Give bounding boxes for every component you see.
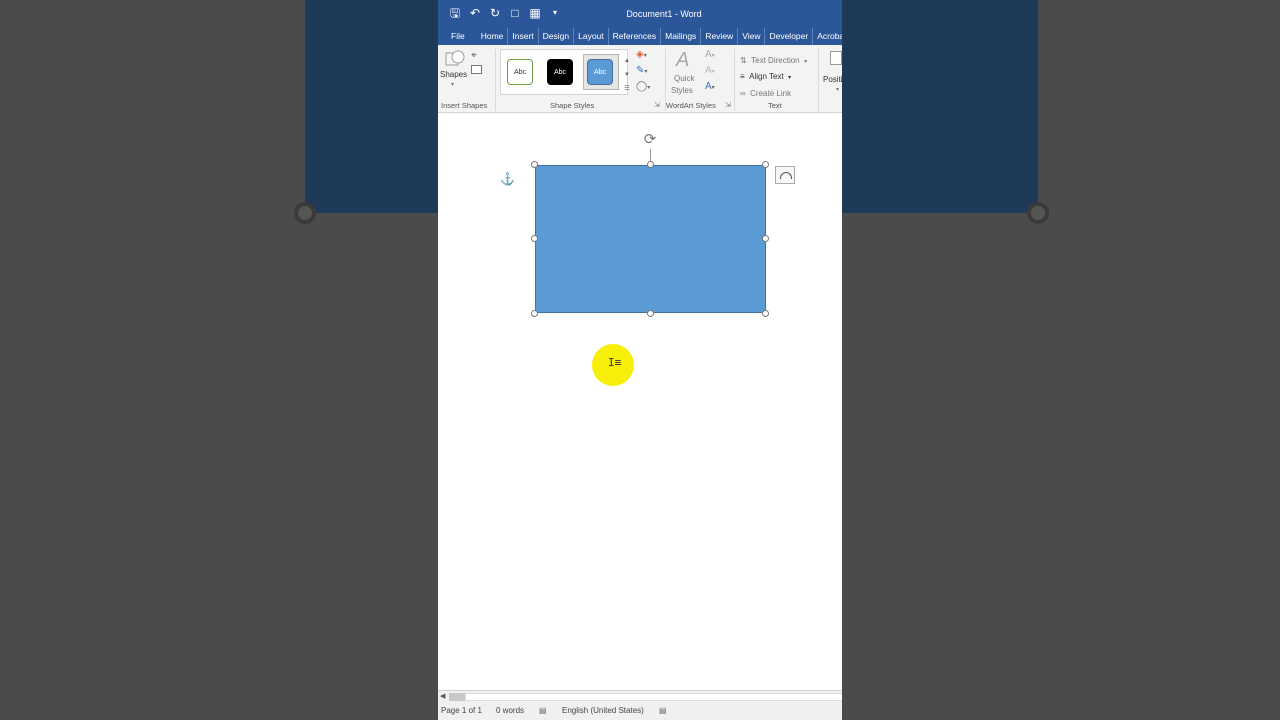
quick-styles-label-1: Quick — [674, 74, 695, 83]
language-status[interactable]: English (United States) — [562, 706, 644, 715]
shape-styles-group-label: Shape Styles — [550, 101, 595, 110]
insert-shapes-group-label: Insert Shapes — [441, 101, 488, 110]
quick-styles-label-2: Styles — [671, 86, 693, 95]
scroll-thumb[interactable] — [449, 693, 465, 701]
position-label: Positi — [823, 75, 842, 84]
shape-style-blue[interactable]: Abc — [587, 59, 613, 85]
tab-review[interactable]: Review — [701, 28, 739, 45]
background-handle — [294, 202, 316, 224]
ribbon-tabs: File Home Insert Design Layout Reference… — [438, 28, 842, 45]
background-handle — [1027, 202, 1049, 224]
shapes-label: Shapes — [440, 70, 468, 79]
proofing-icon[interactable]: ▤ — [539, 706, 547, 715]
shape-effects-icon[interactable]: ◯▾ — [636, 81, 650, 92]
shape-styles-gallery: Abc Abc Abc ▲ ▼ ☰ — [500, 49, 631, 98]
resize-handle-left[interactable] — [531, 235, 538, 242]
customize-qat-icon[interactable]: ▾ — [548, 5, 562, 21]
shape-style-black[interactable]: Abc — [547, 59, 573, 85]
status-bar: Page 1 of 1 0 words ▤ English (United St… — [438, 703, 842, 720]
word-window: 🖫 ↶ ↻ □ ▦ ▾ Document1 - Word File Home I… — [438, 0, 842, 720]
word-count[interactable]: 0 words — [496, 706, 524, 715]
group-divider — [495, 49, 496, 111]
ribbon: Shapes ▾ ⌖ Insert Shapes Abc Abc Abc ▲ ▼ ☰… — [438, 45, 842, 113]
link-icon: ∞ — [740, 89, 746, 98]
layout-options-icon[interactable] — [775, 166, 795, 184]
redo-icon[interactable]: ↻ — [488, 5, 502, 21]
undo-icon[interactable]: ↶ — [468, 5, 482, 21]
create-link-button[interactable]: ∞ Create Link — [740, 83, 791, 101]
anchor-icon: ⚓ — [500, 172, 515, 186]
save-icon[interactable]: 🖫 — [448, 5, 462, 21]
tab-references[interactable]: References — [609, 28, 662, 45]
horizontal-scrollbar[interactable]: ◀ — [438, 690, 842, 703]
align-text-button[interactable]: ≡ Align Text ▾ — [740, 66, 791, 84]
dialog-launcher-icon[interactable]: ⇲ — [725, 101, 731, 109]
rectangle-shape[interactable] — [535, 165, 766, 313]
align-text-label: Align Text — [749, 72, 784, 81]
chevron-down-icon: ▾ — [788, 75, 792, 81]
text-cursor-icon: I≡ — [608, 356, 622, 369]
tab-file[interactable]: File — [438, 28, 477, 45]
rotate-handle-icon[interactable]: ⟳ — [641, 131, 659, 149]
tab-acrobat[interactable]: Acrobat — [813, 28, 842, 45]
scroll-track[interactable] — [465, 693, 842, 701]
tab-insert[interactable]: Insert — [508, 28, 539, 45]
shape-outline-icon[interactable]: ✎▾ — [636, 65, 647, 76]
align-text-icon: ≡ — [740, 72, 745, 81]
quick-access-toolbar: 🖫 ↶ ↻ □ ▦ ▾ — [448, 5, 562, 21]
resize-handle-bottom[interactable] — [647, 310, 654, 317]
text-effects-icon[interactable]: A▾ — [705, 81, 715, 92]
group-divider — [818, 49, 819, 111]
resize-handle-top-right[interactable] — [762, 161, 769, 168]
print-preview-icon[interactable]: ▦ — [528, 5, 542, 21]
track-changes-icon[interactable]: ▤ — [659, 706, 667, 715]
gallery-scroll[interactable]: ▲ ▼ ☰ — [623, 54, 631, 98]
window-title: Document1 - Word — [626, 9, 702, 19]
chevron-down-icon: ▾ — [804, 59, 808, 65]
chevron-down-icon: ▾ — [451, 82, 455, 88]
text-direction-icon: ⇅ — [740, 56, 747, 65]
new-document-icon[interactable]: □ — [508, 5, 522, 21]
text-group-label: Text — [768, 101, 782, 110]
text-direction-label: Text Direction — [751, 56, 800, 65]
tab-home[interactable]: Home — [477, 28, 509, 45]
text-box-icon[interactable] — [471, 65, 482, 74]
shape-fill-icon[interactable]: ◈▾ — [636, 49, 647, 60]
shapes-icon — [445, 50, 465, 66]
tab-layout[interactable]: Layout — [574, 28, 609, 45]
shapes-button[interactable]: Shapes ▾ — [440, 49, 469, 95]
tab-mailings[interactable]: Mailings — [661, 28, 702, 45]
tab-developer[interactable]: Developer — [765, 28, 814, 45]
title-bar: 🖫 ↶ ↻ □ ▦ ▾ Document1 - Word — [438, 0, 842, 28]
position-icon — [830, 51, 842, 65]
edit-shape-icon[interactable]: ⌖ — [471, 50, 477, 61]
wordart-a-icon: A — [676, 49, 690, 71]
text-outline-icon[interactable]: A▾ — [705, 65, 715, 76]
resize-handle-top-left[interactable] — [531, 161, 538, 168]
resize-handle-top[interactable] — [647, 161, 654, 168]
group-divider — [734, 49, 735, 111]
quick-styles-button[interactable]: A Quick Styles — [670, 49, 704, 97]
chevron-down-icon: ▾ — [836, 87, 840, 93]
tab-design[interactable]: Design — [539, 28, 575, 45]
dialog-launcher-icon[interactable]: ⇲ — [654, 101, 660, 109]
tab-view[interactable]: View — [738, 28, 766, 45]
resize-handle-right[interactable] — [762, 235, 769, 242]
text-fill-icon[interactable]: A▾ — [705, 49, 715, 60]
scroll-left-icon[interactable]: ◀ — [440, 692, 445, 700]
resize-handle-bottom-left[interactable] — [531, 310, 538, 317]
shape-style-white[interactable]: Abc — [507, 59, 533, 85]
position-button[interactable]: Positi ▾ — [822, 51, 842, 97]
page-count[interactable]: Page 1 of 1 — [441, 706, 482, 715]
create-link-label: Create Link — [750, 89, 792, 98]
wordart-styles-group-label: WordArt Styles — [666, 101, 716, 110]
resize-handle-bottom-right[interactable] — [762, 310, 769, 317]
